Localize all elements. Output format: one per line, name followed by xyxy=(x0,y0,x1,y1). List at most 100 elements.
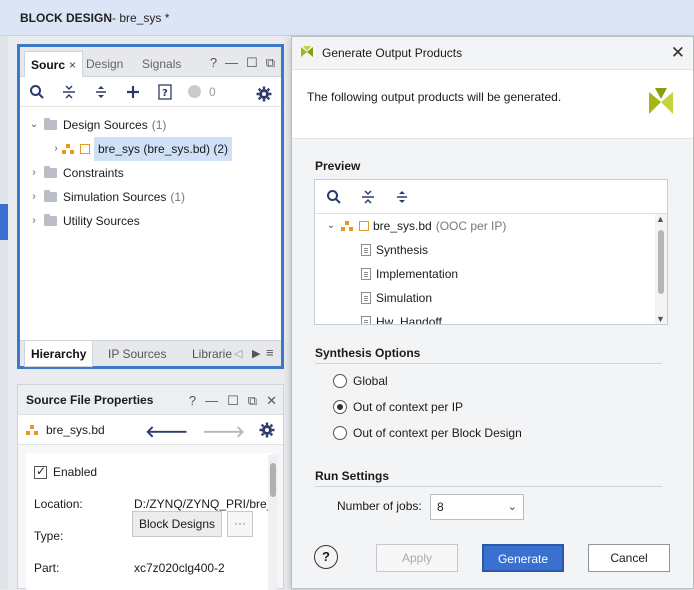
radio-label: Out of context per IP xyxy=(353,400,464,414)
xilinx-logo-icon xyxy=(645,86,677,121)
minimize-icon[interactable]: — xyxy=(225,55,238,71)
help-button[interactable]: ? xyxy=(314,545,338,569)
radio-circle[interactable] xyxy=(333,374,347,388)
preview-item-hw-handoff[interactable]: Hw_Handoff xyxy=(361,310,442,324)
part-value: xc7z020clg400-2 xyxy=(134,561,225,575)
preview-scrollbar[interactable]: ▲ ▼ xyxy=(655,214,667,324)
preview-item-simulation[interactable]: Simulation xyxy=(361,286,432,310)
help-icon[interactable]: ? xyxy=(189,393,196,409)
sources-tab-row: Sourc × Design Signals ? — ☐ ⧉ xyxy=(20,47,281,77)
tree-item-constraints[interactable]: › Constraints xyxy=(28,161,124,185)
help-icon[interactable]: ? xyxy=(210,55,217,71)
radio-ooc-per-ip[interactable]: Out of context per IP xyxy=(333,400,463,414)
tree-item-design-sources[interactable]: ⌄ Design Sources (1) xyxy=(28,113,166,137)
chevron-down-icon[interactable]: ⌄ xyxy=(508,495,517,519)
chevron-right-icon[interactable]: ▶ xyxy=(252,347,260,360)
tab-libraries[interactable]: Librarie xyxy=(186,341,238,367)
window-title-rest: - bre_sys * xyxy=(112,10,170,25)
tab-menu-icon[interactable]: ≡ xyxy=(266,345,274,360)
preview-item-implementation[interactable]: Implementation xyxy=(361,262,458,286)
collapse-all-icon[interactable] xyxy=(60,83,78,101)
tab-hierarchy[interactable]: Hierarchy xyxy=(24,341,94,367)
apply-button[interactable]: Apply xyxy=(376,544,458,572)
radio-circle[interactable] xyxy=(333,426,347,440)
chevron-down-icon[interactable]: ⌄ xyxy=(325,214,337,238)
chevron-left-icon[interactable]: ◁ xyxy=(234,347,242,360)
folder-icon xyxy=(44,166,57,178)
search-icon[interactable] xyxy=(28,83,46,101)
svg-text:?: ? xyxy=(162,88,168,99)
preview-item-label: Synthesis xyxy=(376,243,429,257)
tab-sources[interactable]: Sourc × xyxy=(24,51,84,77)
tree-item-utility-sources[interactable]: › Utility Sources xyxy=(28,209,140,233)
chevron-right-icon[interactable]: › xyxy=(28,209,40,233)
gear-icon[interactable] xyxy=(255,85,273,103)
preview-item-synthesis[interactable]: Synthesis xyxy=(361,238,428,262)
tab-design[interactable]: Design xyxy=(80,51,129,77)
chevron-right-icon[interactable]: › xyxy=(28,161,40,185)
radio-ooc-per-bd[interactable]: Out of context per Block Design xyxy=(333,426,522,440)
block-design-icon xyxy=(62,144,74,154)
restore-icon[interactable]: ☐ xyxy=(246,55,258,71)
chevron-right-icon[interactable]: › xyxy=(50,137,62,161)
cancel-button[interactable]: Cancel xyxy=(588,544,670,572)
scroll-down-icon[interactable]: ▼ xyxy=(656,314,665,324)
radio-global[interactable]: Global xyxy=(333,374,388,388)
divider xyxy=(315,486,662,487)
tree-item-label: Design Sources xyxy=(63,118,148,132)
chevron-right-icon[interactable]: › xyxy=(28,185,40,209)
properties-scrollbar[interactable] xyxy=(268,455,278,590)
enabled-checkbox-row[interactable]: Enabled xyxy=(34,464,97,480)
close-icon[interactable]: ✕ xyxy=(266,393,277,409)
preview-root-note: (OOC per IP) xyxy=(435,219,507,233)
tree-item-simulation-sources[interactable]: › Simulation Sources (1) xyxy=(28,185,185,209)
expand-all-icon[interactable] xyxy=(393,188,411,206)
tab-signals[interactable]: Signals xyxy=(136,51,187,77)
file-icon xyxy=(361,292,371,304)
gear-icon[interactable] xyxy=(259,422,275,441)
preview-item-label: Implementation xyxy=(376,267,459,281)
type-more-button[interactable]: ··· xyxy=(227,511,253,537)
generate-output-products-dialog: Generate Output Products ✕ The following… xyxy=(291,36,694,589)
tree-item-bre-sys[interactable]: › bre_sys (bre_sys.bd) (2) xyxy=(50,137,233,161)
tree-item-count: (1) xyxy=(170,190,186,204)
restore-icon[interactable]: ☐ xyxy=(227,393,239,409)
back-arrow-icon[interactable]: 🡐 xyxy=(145,421,188,442)
preview-root-label: bre_sys.bd xyxy=(373,219,432,233)
generate-button[interactable]: Generate xyxy=(482,544,564,572)
preview-panel: ⌄ bre_sys.bd (OOC per IP) Synthesis Impl… xyxy=(314,179,668,325)
report-icon[interactable]: ? xyxy=(156,83,174,101)
preview-root-item[interactable]: ⌄ bre_sys.bd (OOC per IP) xyxy=(325,214,507,238)
status-count: 0 xyxy=(209,84,216,99)
add-icon[interactable] xyxy=(124,83,142,101)
properties-title: Source File Properties xyxy=(26,392,154,407)
left-strip-highlight xyxy=(0,204,8,240)
scroll-up-icon[interactable]: ▲ xyxy=(656,214,665,224)
close-icon[interactable]: ✕ xyxy=(671,43,685,63)
radio-circle[interactable] xyxy=(333,400,347,414)
tab-ip-sources[interactable]: IP Sources xyxy=(102,341,172,367)
chevron-down-icon[interactable]: ⌄ xyxy=(28,113,40,137)
properties-body: Enabled Location: D:/ZYNQ/ZYNQ_PRI/bre_ … xyxy=(26,453,278,590)
dialog-title-bar: Generate Output Products ✕ xyxy=(292,37,693,69)
float-icon[interactable]: ⧉ xyxy=(248,393,257,409)
minimize-icon[interactable]: — xyxy=(205,393,218,409)
search-icon[interactable] xyxy=(325,188,343,206)
collapse-all-icon[interactable] xyxy=(359,188,377,206)
source-file-properties-panel: Source File Properties ? — ☐ ⧉ ✕ bre_sys… xyxy=(17,384,284,590)
forward-arrow-icon[interactable]: 🡒 xyxy=(202,421,245,442)
file-icon xyxy=(361,316,371,324)
dialog-message: The following output products will be ge… xyxy=(307,90,562,104)
sources-toolbar: ? 0 xyxy=(20,77,281,107)
scrollbar-thumb[interactable] xyxy=(270,463,276,497)
close-icon[interactable]: × xyxy=(69,58,76,72)
tree-item-label: bre_sys (bre_sys.bd) (2) xyxy=(94,137,233,161)
scrollbar-thumb[interactable] xyxy=(658,230,664,294)
preview-item-label: Simulation xyxy=(376,291,433,305)
expand-all-icon[interactable] xyxy=(92,83,110,101)
float-icon[interactable]: ⧉ xyxy=(266,55,275,71)
jobs-select[interactable]: 8 ⌄ xyxy=(430,494,524,520)
enabled-checkbox[interactable] xyxy=(34,464,47,480)
properties-header: Source File Properties ? — ☐ ⧉ ✕ xyxy=(18,385,283,415)
type-value-button[interactable]: Block Designs xyxy=(132,511,223,537)
